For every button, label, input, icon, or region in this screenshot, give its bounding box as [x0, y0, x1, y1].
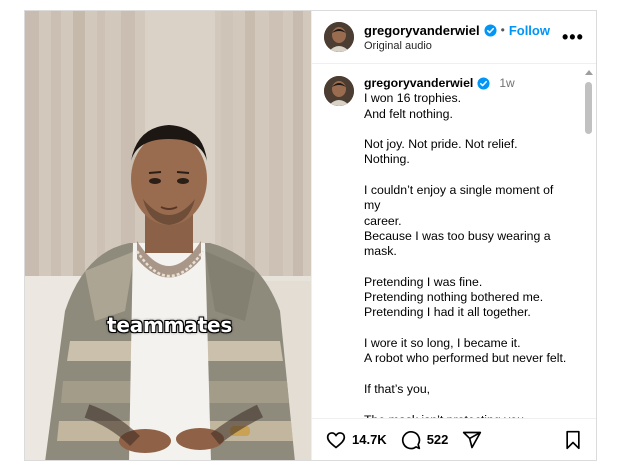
caption-line: Nothing. [364, 152, 410, 167]
caption-line: A robot who performed but never felt. [364, 351, 567, 366]
comment-count[interactable]: 522 [427, 432, 449, 447]
caption-line [364, 397, 572, 412]
caption-header: gregoryvanderwiel 1w [364, 76, 572, 91]
caption-line: Pretending I had it all together. [364, 305, 531, 320]
verified-badge-icon [477, 77, 490, 90]
caption-username[interactable]: gregoryvanderwiel [364, 76, 473, 91]
caption-line [364, 168, 572, 183]
video-subtitle: teammates [107, 313, 233, 337]
caption-line: The mask isn’t protecting you. [364, 413, 572, 418]
caption-line: If that’s you, [364, 381, 431, 396]
follow-button[interactable]: Follow [509, 23, 550, 38]
caption-avatar[interactable] [324, 76, 354, 106]
caption-line: Not joy. Not pride. Not relief. [364, 137, 518, 152]
scroll-up-arrow-icon[interactable] [585, 70, 593, 75]
caption-line: And felt nothing. [364, 106, 453, 121]
caption-line: Pretending I was fine. [364, 274, 483, 289]
audio-link[interactable]: Original audio [364, 40, 562, 52]
like-count[interactable]: 14.7K [352, 432, 387, 447]
caption-text: I won 16 trophies. And felt nothing. Not j… [364, 91, 572, 418]
caption-age[interactable]: 1w [499, 76, 514, 91]
author-username[interactable]: gregoryvanderwiel [364, 23, 480, 38]
paper-plane-icon [463, 431, 482, 448]
ellipsis-icon[interactable]: ••• [562, 28, 583, 46]
caption-line [364, 321, 572, 336]
post-header: gregoryvanderwiel • Follow Original audi… [312, 11, 596, 64]
verified-badge-icon [484, 23, 497, 37]
video-frame [25, 11, 311, 460]
caption-line: I won 16 trophies. [364, 91, 462, 106]
caption-avatar-image [324, 76, 354, 106]
caption-line: I couldn’t enjoy a single moment of my [364, 183, 554, 213]
heart-icon [326, 431, 346, 449]
comments-scrollbar[interactable] [584, 70, 593, 418]
caption-line: career. [364, 213, 402, 228]
post-caption: gregoryvanderwiel 1w I won 16 trophies. A… [324, 76, 572, 418]
caption-line [364, 122, 572, 137]
share-button[interactable] [462, 430, 482, 450]
post-video[interactable]: teammates [25, 11, 311, 460]
header-row: gregoryvanderwiel • Follow [364, 23, 562, 38]
comment-bubble-icon [401, 430, 420, 449]
caption-body: gregoryvanderwiel 1w I won 16 trophies. A… [364, 76, 572, 418]
caption-line: Because I was too busy wearing a mask. [364, 228, 551, 259]
action-bar: 14.7K 522 [312, 418, 596, 460]
caption-line: I wore it so long, I became it. [364, 336, 521, 351]
instagram-post: teammates gregoryvanderwiel • Follow Ori… [24, 10, 597, 461]
save-button[interactable] [564, 430, 582, 450]
header-meta: gregoryvanderwiel • Follow Original audi… [364, 23, 562, 52]
post-side-panel: gregoryvanderwiel • Follow Original audi… [311, 11, 596, 460]
caption-line [364, 260, 572, 275]
caption-line [364, 367, 572, 382]
comment-button[interactable]: 522 [401, 430, 449, 450]
bookmark-icon [566, 430, 580, 449]
comments-area: gregoryvanderwiel 1w I won 16 trophies. A… [312, 64, 596, 418]
scrollbar-thumb[interactable] [585, 82, 592, 134]
avatar-image [324, 22, 354, 52]
separator-dot: • [500, 23, 505, 37]
caption-line: Pretending nothing bothered me. [364, 290, 544, 305]
like-button[interactable]: 14.7K [326, 430, 387, 450]
avatar[interactable] [324, 22, 354, 52]
